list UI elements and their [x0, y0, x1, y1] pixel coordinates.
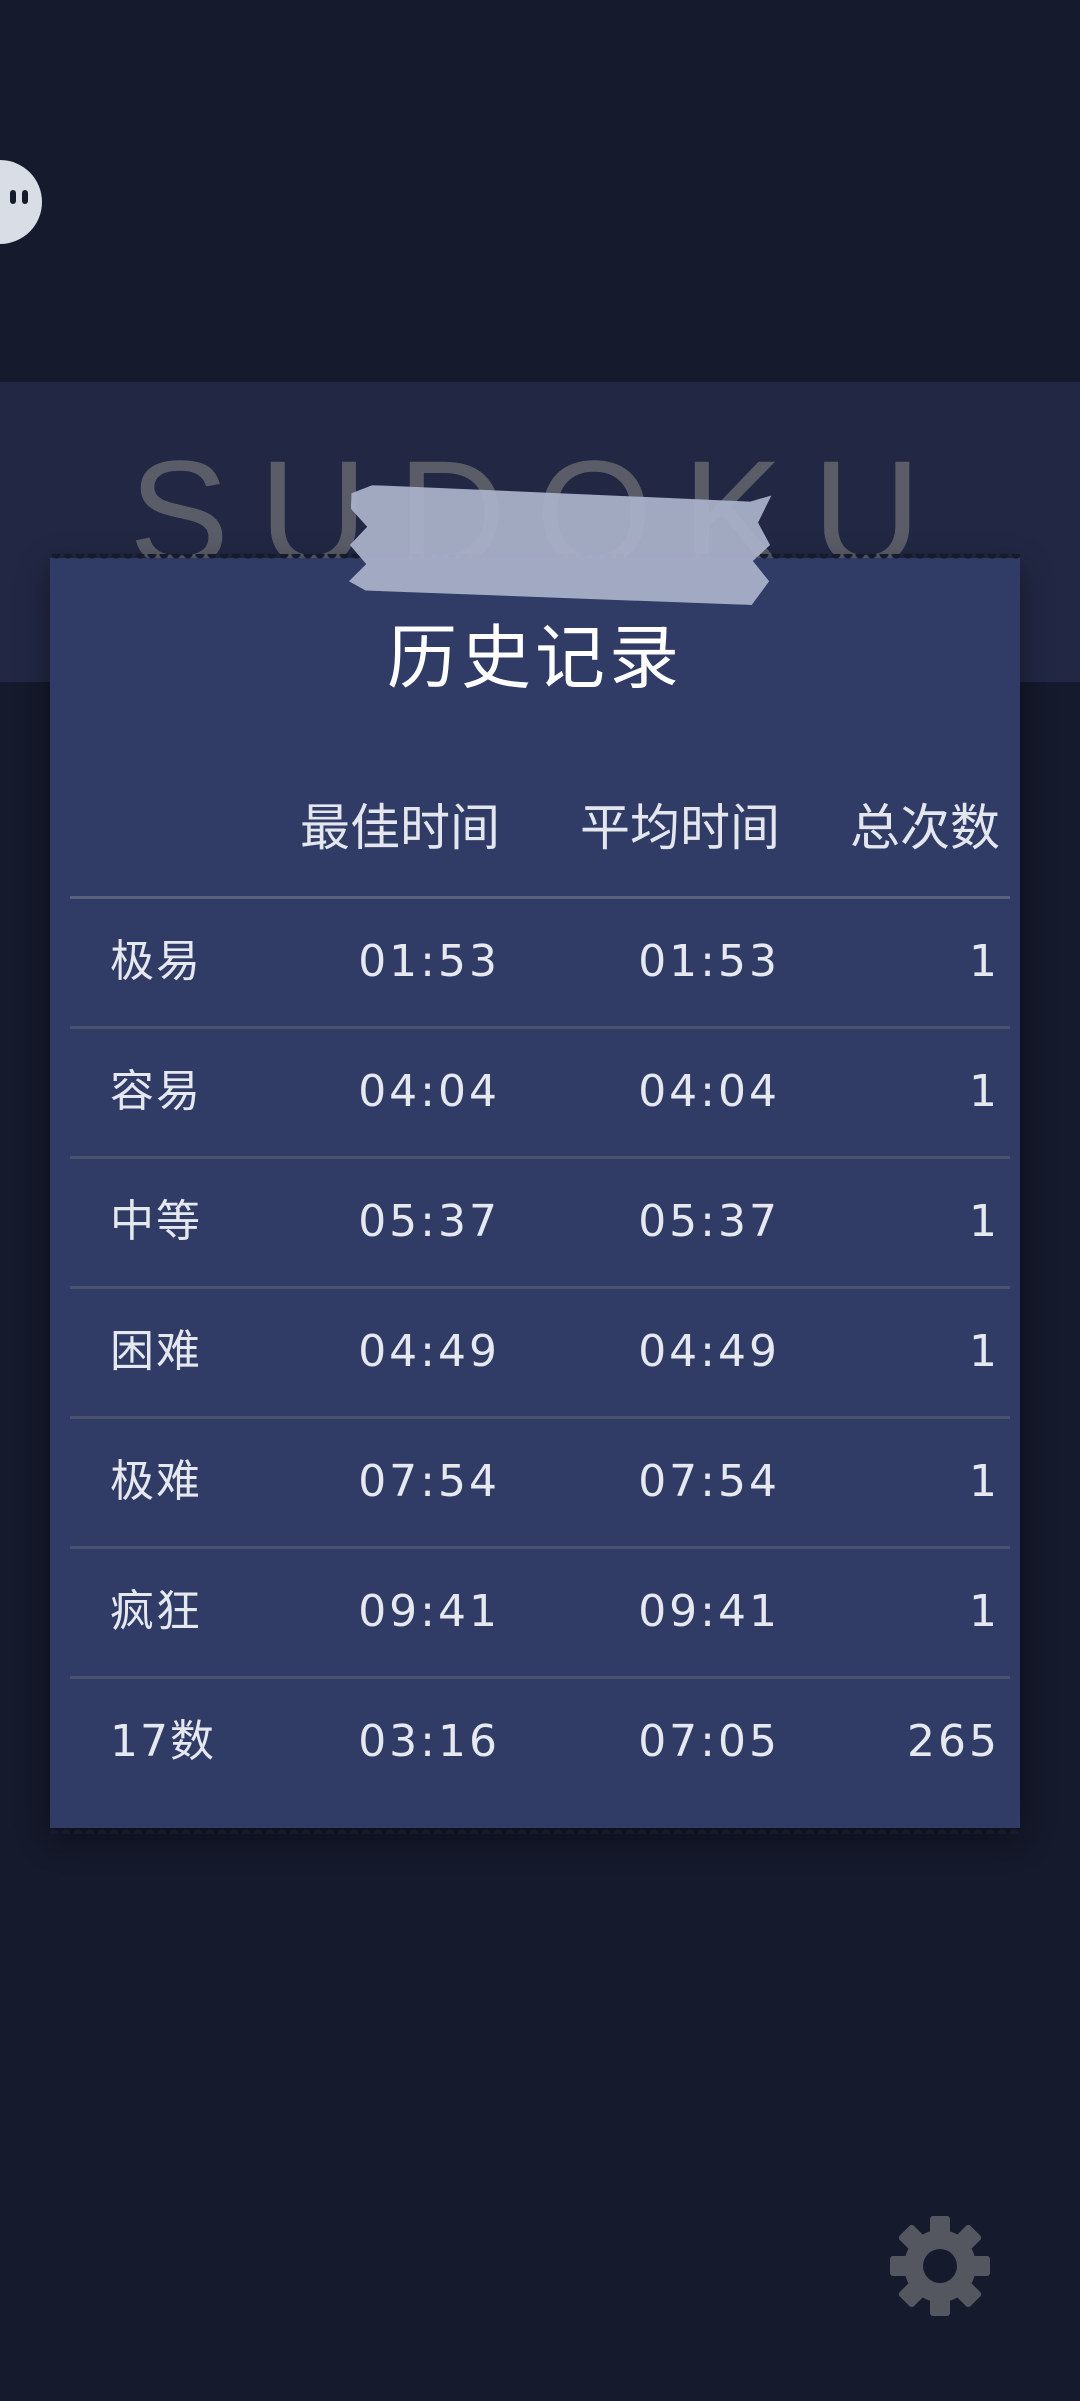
row-difficulty: 17数	[110, 1716, 216, 1767]
row-total-count: 1	[969, 1066, 1000, 1117]
row-difficulty: 容易	[110, 1066, 202, 1117]
row-total-count: 1	[969, 1456, 1000, 1507]
row-difficulty: 疯狂	[110, 1586, 202, 1637]
row-average-time: 07:54	[638, 1456, 780, 1507]
column-header-best: 最佳时间	[300, 799, 500, 857]
column-header-average: 平均时间	[580, 799, 780, 857]
row-difficulty: 中等	[110, 1196, 202, 1247]
row-total-count: 1	[969, 1326, 1000, 1377]
row-average-time: 09:41	[638, 1586, 780, 1637]
table-row: 中等 05:37 05:37 1	[70, 1156, 1010, 1286]
row-best-time: 09:41	[358, 1586, 500, 1637]
row-average-time: 05:37	[638, 1196, 780, 1247]
row-best-time: 01:53	[358, 936, 500, 987]
tape-decoration	[349, 485, 772, 606]
row-difficulty: 极易	[110, 936, 202, 987]
history-table: 极易 01:53 01:53 1 容易 04:04 04:04 1 中等 05:…	[70, 896, 1010, 1806]
table-row: 极难 07:54 07:54 1	[70, 1416, 1010, 1546]
row-best-time: 04:49	[358, 1326, 500, 1377]
column-header-total: 总次数	[850, 799, 1000, 857]
table-row: 17数 03:16 07:05 265	[70, 1676, 1010, 1806]
row-best-time: 03:16	[358, 1716, 500, 1767]
row-average-time: 04:04	[638, 1066, 780, 1117]
table-row: 疯狂 09:41 09:41 1	[70, 1546, 1010, 1676]
avatar-button[interactable]	[0, 160, 42, 244]
row-difficulty: 困难	[110, 1326, 202, 1377]
row-total-count: 1	[969, 1586, 1000, 1637]
history-card: 历史记录 最佳时间 平均时间 总次数 极易 01:53 01:53 1 容易 0…	[50, 554, 1020, 1828]
row-average-time: 07:05	[638, 1716, 780, 1767]
row-average-time: 01:53	[638, 936, 780, 987]
gear-icon	[890, 2216, 990, 2316]
row-total-count: 1	[969, 1196, 1000, 1247]
history-title: 历史记录	[387, 617, 683, 699]
row-average-time: 04:49	[638, 1326, 780, 1377]
row-total-count: 265	[907, 1716, 1000, 1767]
avatar-eye-right	[22, 190, 28, 204]
table-row: 极易 01:53 01:53 1	[70, 896, 1010, 1026]
row-difficulty: 极难	[110, 1456, 202, 1507]
avatar-eye-left	[10, 190, 16, 204]
table-row: 困难 04:49 04:49 1	[70, 1286, 1010, 1416]
row-total-count: 1	[969, 936, 1000, 987]
top-bar	[0, 0, 1080, 380]
table-row: 容易 04:04 04:04 1	[70, 1026, 1010, 1156]
row-best-time: 05:37	[358, 1196, 500, 1247]
row-best-time: 07:54	[358, 1456, 500, 1507]
settings-button[interactable]	[888, 2214, 992, 2318]
row-best-time: 04:04	[358, 1066, 500, 1117]
